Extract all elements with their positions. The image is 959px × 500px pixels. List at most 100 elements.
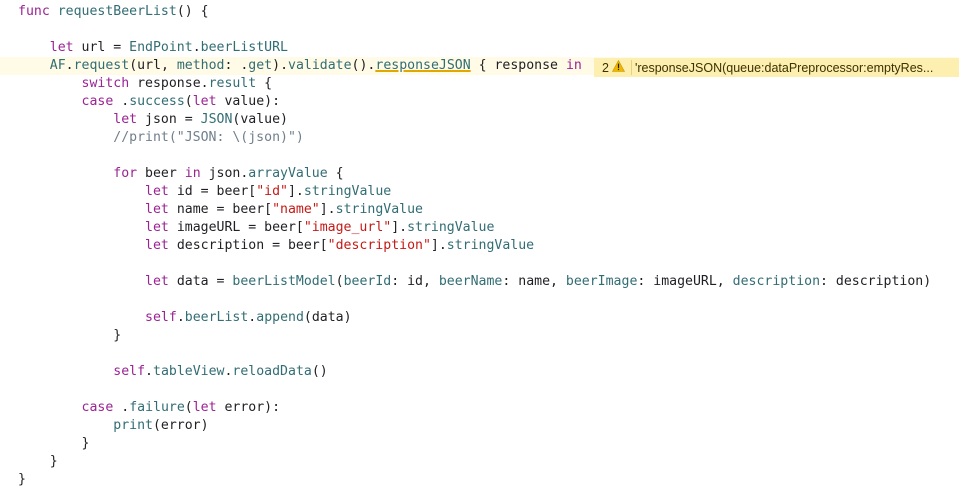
code-token: "name" <box>272 202 320 217</box>
code-text: case .success(let value): <box>18 93 281 111</box>
code-token: } <box>18 472 26 487</box>
code-line[interactable]: } <box>0 453 959 471</box>
code-line[interactable]: case .failure(let error): <box>0 399 959 417</box>
code-token: name = beer[ <box>168 202 273 217</box>
code-token: for <box>113 166 138 181</box>
code-token: reloadData <box>232 364 312 379</box>
code-token: request <box>73 58 130 73</box>
code-token: failure <box>129 400 185 415</box>
code-text: } <box>18 327 121 345</box>
code-token: (value) <box>232 112 288 127</box>
code-token: description <box>732 274 821 289</box>
code-text: let description = beer["description"].st… <box>18 237 534 255</box>
code-token: id = beer[ <box>168 184 257 199</box>
code-line[interactable]: for beer in json.arrayValue { <box>0 165 959 183</box>
code-token: ( <box>335 274 344 289</box>
code-token: (). <box>351 58 376 73</box>
code-line[interactable]: let name = beer["name"].stringValue <box>0 201 959 219</box>
code-token: json = <box>137 112 201 127</box>
code-token: () { <box>176 4 209 19</box>
code-token: responseJSON <box>375 58 471 73</box>
code-text: switch response.result { <box>18 75 273 93</box>
code-token: . <box>113 94 130 109</box>
code-token: result <box>208 76 257 91</box>
code-token: ]. <box>430 238 447 253</box>
code-line[interactable]: //print("JSON: \(json)") <box>0 129 959 147</box>
code-line[interactable] <box>0 21 959 39</box>
code-token: let <box>192 400 217 415</box>
code-line[interactable]: print(error) <box>0 417 959 435</box>
code-token: let <box>192 94 217 109</box>
code-text: AF.request(url, method: .get).validate()… <box>18 57 582 75</box>
code-token: "id" <box>256 184 288 199</box>
code-token: let <box>145 220 169 235</box>
code-token: . <box>65 58 74 73</box>
code-line[interactable]: case .success(let value): <box>0 93 959 111</box>
code-token: let <box>145 184 169 199</box>
code-line[interactable]: self.beerList.append(data) <box>0 309 959 327</box>
code-editor[interactable]: func requestBeerList() { let url = EndPo… <box>0 0 959 500</box>
code-text: } <box>18 471 26 489</box>
code-token: case <box>81 400 114 415</box>
warning-annotation[interactable]: 2 'responseJSON(queue:dataPreprocessor:em… <box>594 58 959 77</box>
code-token: : description) <box>820 274 932 289</box>
code-token: value): <box>216 94 281 109</box>
code-token: tableView <box>153 364 225 379</box>
code-text: } <box>18 453 58 471</box>
code-line[interactable] <box>0 291 959 309</box>
code-token: arrayValue <box>248 166 328 181</box>
code-line[interactable]: func requestBeerList() { <box>0 3 959 21</box>
code-text: self.beerList.append(data) <box>18 309 352 327</box>
code-token: description = beer[ <box>168 238 328 253</box>
code-token: beer <box>137 166 185 181</box>
code-line[interactable]: let url = EndPoint.beerListURL <box>0 39 959 57</box>
code-token: () <box>311 364 328 379</box>
code-line[interactable] <box>0 147 959 165</box>
code-token: case <box>81 94 114 109</box>
code-token: : . <box>224 58 249 73</box>
code-line[interactable]: switch response.result { <box>0 75 959 93</box>
code-token: { response <box>470 58 566 73</box>
code-token: let <box>113 112 138 127</box>
code-token: in <box>565 58 582 73</box>
code-token: } <box>18 328 122 343</box>
code-text: func requestBeerList() { <box>18 3 209 21</box>
code-token: self <box>145 310 177 325</box>
code-line[interactable]: let data = beerListModel(beerId: id, bee… <box>0 273 959 291</box>
code-token: . <box>192 40 201 55</box>
code-line[interactable]: } <box>0 435 959 453</box>
warning-separator <box>630 60 632 75</box>
code-line[interactable]: } <box>0 471 959 489</box>
code-line[interactable] <box>0 255 959 273</box>
code-token: self <box>113 364 146 379</box>
code-line[interactable] <box>0 381 959 399</box>
code-token: (data) <box>303 310 352 325</box>
code-text: let id = beer["id"].stringValue <box>18 183 391 201</box>
code-token: beerId <box>343 274 392 289</box>
code-token: } <box>18 454 58 469</box>
code-token: . <box>176 310 185 325</box>
code-token: let <box>49 40 74 55</box>
code-line[interactable]: let imageURL = beer["image_url"].stringV… <box>0 219 959 237</box>
warning-count: 2 <box>602 60 609 75</box>
code-token: . <box>145 364 153 379</box>
code-line[interactable]: self.tableView.reloadData() <box>0 363 959 381</box>
code-token: stringValue <box>407 220 495 235</box>
code-line[interactable]: let id = beer["id"].stringValue <box>0 183 959 201</box>
code-line[interactable]: let json = JSON(value) <box>0 111 959 129</box>
code-token: json. <box>200 166 249 181</box>
code-line[interactable] <box>0 345 959 363</box>
code-token: EndPoint <box>129 40 193 55</box>
code-token: url = <box>73 40 130 55</box>
code-line[interactable]: } <box>0 327 959 345</box>
code-token: ( <box>184 94 193 109</box>
code-line[interactable]: let description = beer["description"].st… <box>0 237 959 255</box>
